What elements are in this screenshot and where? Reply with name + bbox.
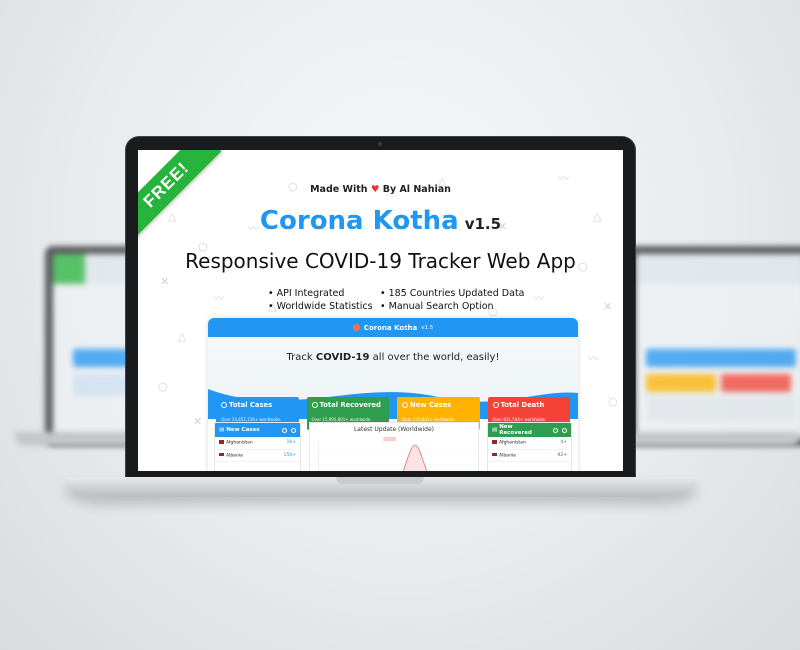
made-with-credit: Made With ♥ By Al Nahian xyxy=(138,184,623,195)
tagline-prefix: Track xyxy=(286,352,313,363)
flag-icon xyxy=(219,452,224,456)
flag-icon xyxy=(219,440,224,444)
country-value: 4+ xyxy=(560,440,567,445)
laptop-screen: △ ○ ✕ 〰 △ ○ ✕ 〰 ○ △ ✕ 〰 △ ○ ✕ 〰 ○ △ ○ 〰 FREE! Made… xyxy=(138,150,623,471)
app-subtitle: Responsive COVID-19 Tracker Web App xyxy=(185,249,576,273)
virus-logo-icon xyxy=(352,324,360,331)
country-name: Afghanistan xyxy=(226,440,253,446)
plus-icon xyxy=(402,402,408,408)
tagline-suffix: all over the world, easily! xyxy=(372,352,500,363)
laptop-base xyxy=(66,477,696,497)
preview-header-version: v1.5 xyxy=(421,324,434,331)
country-value: 92+ xyxy=(557,452,568,458)
feature-item: • API Integrated xyxy=(268,288,345,299)
card-title: Total Death xyxy=(500,401,545,409)
card-title: Total Cases xyxy=(229,401,273,409)
flag-icon xyxy=(492,440,497,444)
feature-item: • Worldwide Statistics xyxy=(268,301,373,312)
preview-header-title: Corona Kotha xyxy=(363,323,418,332)
flag-icon xyxy=(492,452,497,456)
chart-series-curve xyxy=(402,444,428,471)
globe-icon[interactable] xyxy=(562,427,567,433)
new-cases-panel-head: ▤ New Cases xyxy=(215,423,300,437)
panel-title: New Cases xyxy=(226,427,260,433)
background-laptop-right xyxy=(628,246,800,446)
list-icon: ▤ xyxy=(219,427,225,433)
search-icon[interactable] xyxy=(282,427,287,433)
search-icon[interactable] xyxy=(553,427,559,433)
preview-header: Corona Kotha v1.5 xyxy=(208,318,578,337)
feature-list: • API Integrated • 185 Countries Updated… xyxy=(268,288,530,312)
panel-title: New Recovered xyxy=(499,424,532,436)
laptop-lid: △ ○ ✕ 〰 △ ○ ✕ 〰 ○ △ ✕ 〰 △ ○ ✕ 〰 ○ △ ○ 〰 FREE! Made… xyxy=(126,137,635,483)
new-recovered-panel-head: ▤ New Recovered xyxy=(488,423,571,437)
globe-icon[interactable] xyxy=(291,427,296,433)
preview-tagline: Track COVID-19 all over the world, easil… xyxy=(208,352,578,363)
preview-panels: ▤ New Cases Afghanistan 16+ Albania 150+ xyxy=(214,422,572,471)
made-with-author: By Al Nahian xyxy=(382,184,451,195)
card-title: New Cases xyxy=(410,401,452,409)
app-title: Corona Kotha v1.5 xyxy=(138,206,623,236)
list-item[interactable]: Afghanistan 4+ xyxy=(488,437,571,450)
country-name: Afghanistan xyxy=(499,440,526,446)
app-version: v1.5 xyxy=(464,215,502,233)
feature-item: • 185 Countries Updated Data xyxy=(380,288,525,299)
skull-icon xyxy=(492,402,499,408)
new-cases-panel: ▤ New Cases Afghanistan 16+ Albania 150+ xyxy=(214,422,301,471)
country-value: 16+ xyxy=(286,440,297,445)
country-name: Albania xyxy=(226,453,243,458)
feature-item: • Manual Search Option xyxy=(380,301,494,312)
tagline-bold: COVID-19 xyxy=(315,352,370,363)
chart-title: Latest Update (Worldwide) xyxy=(353,426,435,433)
webcam xyxy=(378,142,382,146)
check-icon xyxy=(311,402,318,408)
latest-update-chart: Latest Update (Worldwide) xyxy=(309,422,479,471)
card-title: Total Recovered xyxy=(319,401,381,409)
preview-hero: Track COVID-19 all over the world, easil… xyxy=(208,337,578,430)
new-recovered-panel: ▤ New Recovered Afghanistan 4+ Albania 9… xyxy=(487,422,572,471)
list-item[interactable]: Albania 92+ xyxy=(488,450,571,462)
laptop-notch xyxy=(336,477,424,484)
list-item[interactable]: Albania 150+ xyxy=(215,450,300,462)
chart-legend-swatch xyxy=(383,437,397,441)
app-name: Corona Kotha xyxy=(259,206,459,236)
list-icon: ▤ xyxy=(492,427,498,433)
heart-icon: ♥ xyxy=(370,184,380,195)
app-preview: Corona Kotha v1.5 Track COVID-19 all ove… xyxy=(208,318,578,471)
users-icon xyxy=(221,402,227,408)
country-value: 150+ xyxy=(283,452,296,458)
made-with-prefix: Made With xyxy=(310,184,368,195)
list-item[interactable]: Afghanistan 16+ xyxy=(215,437,300,450)
chart-canvas xyxy=(318,437,478,471)
country-name: Albania xyxy=(499,453,516,458)
